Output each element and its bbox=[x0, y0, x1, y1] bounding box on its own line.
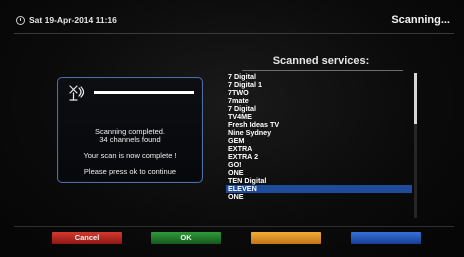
tv-screen: Sat 19-Apr-2014 11:16 Scanning... Scanni… bbox=[0, 0, 464, 257]
press-ok-text: Please press ok to continue bbox=[83, 167, 177, 176]
blue-button[interactable] bbox=[351, 232, 421, 244]
ok-button[interactable]: OK bbox=[151, 232, 221, 244]
service-item[interactable]: GO! bbox=[226, 161, 412, 169]
service-item[interactable]: ONE bbox=[226, 193, 412, 201]
services-list[interactable]: 7 Digital 7 Digital 1 7TWO 7mate 7 Digital TV… bbox=[226, 73, 412, 220]
service-item[interactable]: 7 Digital bbox=[226, 105, 412, 113]
scan-status: Scanning... bbox=[391, 14, 450, 26]
top-bar: Sat 19-Apr-2014 11:16 Scanning... bbox=[14, 13, 454, 34]
service-item[interactable]: 7TWO bbox=[226, 89, 412, 97]
cancel-button[interactable]: Cancel bbox=[52, 232, 122, 244]
service-item[interactable]: EXTRA 2 bbox=[226, 153, 412, 161]
services-divider bbox=[242, 70, 403, 71]
scan-progress-fill bbox=[94, 91, 194, 94]
services-scrollbar[interactable] bbox=[414, 73, 417, 218]
scrollbar-thumb[interactable] bbox=[414, 73, 417, 124]
services-title: Scanned services: bbox=[272, 55, 370, 67]
satellite-dish-icon bbox=[69, 85, 85, 101]
bottom-divider bbox=[14, 226, 454, 227]
clock-icon bbox=[16, 16, 25, 25]
service-item[interactable]: Nine Sydney bbox=[226, 129, 412, 137]
service-item[interactable]: 7 Digital 1 bbox=[226, 81, 412, 89]
service-item[interactable]: ELEVEN bbox=[226, 185, 412, 193]
scan-result-dialog: Scanning completed. 34 channels found Yo… bbox=[57, 77, 203, 183]
yellow-button[interactable] bbox=[251, 232, 321, 244]
scan-complete-text: Your scan is now complete ! bbox=[83, 151, 177, 160]
scan-progress-bar bbox=[94, 91, 194, 94]
service-item[interactable]: GEM bbox=[226, 137, 412, 145]
channels-found-text: 34 channels found bbox=[99, 135, 161, 144]
date-time: Sat 19-Apr-2014 11:16 bbox=[29, 15, 117, 25]
